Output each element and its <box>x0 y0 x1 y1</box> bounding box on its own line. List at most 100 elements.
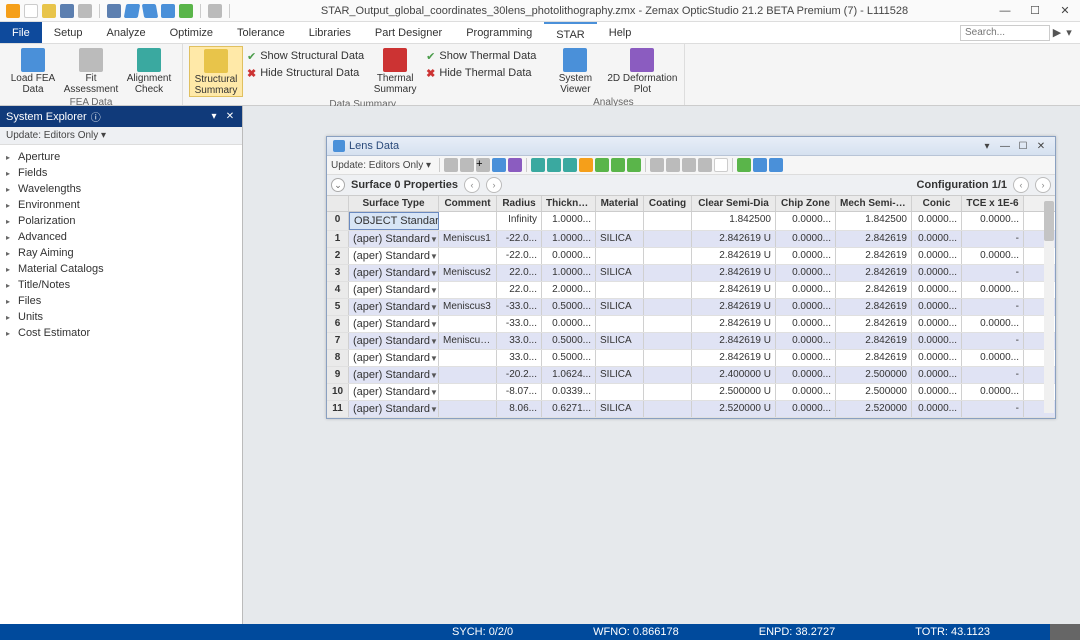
cell[interactable]: 2.500000 <box>836 384 912 400</box>
cell[interactable]: 0.0000... <box>542 316 596 332</box>
cell[interactable]: 2.842619 U <box>692 316 776 332</box>
surface-type-cell[interactable]: OBJECT Standard▼ <box>349 212 439 230</box>
cell[interactable] <box>596 212 644 230</box>
table-row[interactable]: 10(aper) Standard▼-8.07...0.0339...2.500… <box>327 384 1055 401</box>
cell[interactable]: Meniscus2 <box>439 265 497 281</box>
surface-type-cell[interactable]: (aper) Standard▼ <box>349 367 439 383</box>
cell[interactable]: 4 <box>327 282 349 298</box>
cell[interactable]: 2 <box>327 248 349 264</box>
cell[interactable]: 0.0000... <box>912 350 962 366</box>
cell[interactable]: - <box>962 333 1024 349</box>
column-header[interactable]: Conic <box>912 196 962 211</box>
cell[interactable]: 1.0000... <box>542 265 596 281</box>
cfg-next-icon[interactable]: › <box>1035 177 1051 193</box>
cell[interactable]: 0 <box>327 212 349 230</box>
cell[interactable] <box>644 299 692 315</box>
tab-file[interactable]: File <box>0 22 42 43</box>
tool-wand3-icon[interactable] <box>563 158 577 172</box>
tab-tolerance[interactable]: Tolerance <box>225 22 297 43</box>
table-row[interactable]: 11(aper) Standard▼8.06...0.6271...SILICA… <box>327 401 1055 418</box>
cell[interactable]: 0.0000... <box>912 384 962 400</box>
cell[interactable]: 2.842619 U <box>692 299 776 315</box>
cell[interactable]: 2.842619 <box>836 265 912 281</box>
cell[interactable]: -8.07... <box>497 384 542 400</box>
lens-maximize-icon[interactable]: ☐ <box>1015 141 1031 152</box>
chevron-down-icon[interactable]: ▼ <box>430 269 438 278</box>
tab-star[interactable]: STAR <box>544 22 597 43</box>
cell[interactable]: 0.0000... <box>776 265 836 281</box>
cell[interactable]: 0.0000... <box>912 367 962 383</box>
lens-dropdown-icon[interactable]: ▾ <box>979 141 995 152</box>
refresh-icon[interactable] <box>161 4 175 18</box>
tool-arrow-icon[interactable] <box>595 158 609 172</box>
cell[interactable]: 0.0000... <box>776 384 836 400</box>
cell[interactable]: 0.0000... <box>776 299 836 315</box>
tool-reload-icon[interactable] <box>460 158 474 172</box>
cell[interactable]: 2.0000... <box>542 282 596 298</box>
cell[interactable] <box>596 282 644 298</box>
tab-libraries[interactable]: Libraries <box>297 22 363 43</box>
tool-gear2-icon[interactable] <box>627 158 641 172</box>
cell[interactable]: -33.0... <box>497 299 542 315</box>
cell[interactable]: 0.0000... <box>962 316 1024 332</box>
cell[interactable]: -22.0... <box>497 231 542 247</box>
cell[interactable]: 2.842619 <box>836 316 912 332</box>
cell[interactable]: 3 <box>327 265 349 281</box>
cell[interactable]: 11 <box>327 401 349 417</box>
chevron-down-icon[interactable]: ▼ <box>430 286 438 295</box>
cell[interactable] <box>644 248 692 264</box>
table-row[interactable]: 0OBJECT Standard▼Infinity1.0000...1.8425… <box>327 212 1055 231</box>
cell[interactable]: 8.06... <box>497 401 542 417</box>
surface-type-cell[interactable]: (aper) Standard▼ <box>349 299 439 315</box>
cell[interactable] <box>644 401 692 417</box>
tool-circle-icon[interactable] <box>650 158 664 172</box>
cell[interactable] <box>439 316 497 332</box>
lens-minimize-icon[interactable]: — <box>997 141 1013 152</box>
cell[interactable]: 33.0... <box>497 350 542 366</box>
cell[interactable]: 0.0000... <box>542 248 596 264</box>
cell[interactable] <box>439 367 497 383</box>
cell[interactable] <box>644 212 692 230</box>
tree-item[interactable]: Material Catalogs <box>0 261 242 277</box>
tab-analyze[interactable]: Analyze <box>94 22 157 43</box>
cell[interactable]: - <box>962 299 1024 315</box>
tree-item[interactable]: Aperture <box>0 149 242 165</box>
column-header[interactable]: Comment <box>439 196 497 211</box>
tool-add-icon[interactable]: + <box>476 158 490 172</box>
tool-goto-icon[interactable] <box>753 158 767 172</box>
saveall-icon[interactable] <box>107 4 121 18</box>
cell[interactable] <box>644 265 692 281</box>
tool-copy-icon[interactable] <box>698 158 712 172</box>
cell[interactable]: 0.0000... <box>912 333 962 349</box>
cell[interactable]: 0.0000... <box>962 384 1024 400</box>
cell[interactable]: SILICA <box>596 231 644 247</box>
cell[interactable]: 0.0000... <box>912 282 962 298</box>
cell[interactable]: 0.0000... <box>962 350 1024 366</box>
surface-type-cell[interactable]: (aper) Standard▼ <box>349 333 439 349</box>
open-icon[interactable] <box>42 4 56 18</box>
tree-item[interactable]: Advanced <box>0 229 242 245</box>
close-button[interactable]: ✕ <box>1050 0 1080 22</box>
surface-type-cell[interactable]: (aper) Standard▼ <box>349 282 439 298</box>
cell[interactable]: 2.842619 U <box>692 231 776 247</box>
cell[interactable] <box>644 367 692 383</box>
cell[interactable]: 0.0000... <box>776 282 836 298</box>
cell[interactable]: 2.520000 U <box>692 401 776 417</box>
column-header[interactable]: Mech Semi-Dia <box>836 196 912 211</box>
cell[interactable]: 0.0000... <box>776 350 836 366</box>
fit-assessment-button[interactable]: Fit Assessment <box>64 46 118 95</box>
table-row[interactable]: 4(aper) Standard▼22.0...2.0000...2.84261… <box>327 282 1055 299</box>
column-header[interactable]: TCE x 1E-6 <box>962 196 1024 211</box>
cell[interactable]: 0.0000... <box>912 248 962 264</box>
cell[interactable]: 7 <box>327 333 349 349</box>
cell[interactable]: 0.0000... <box>776 367 836 383</box>
chevron-down-icon[interactable]: ▼ <box>430 235 438 244</box>
cell[interactable] <box>644 316 692 332</box>
cell[interactable]: 1.842500 <box>692 212 776 230</box>
cell[interactable]: 0.0000... <box>912 212 962 230</box>
close-icon[interactable]: ✕ <box>224 111 236 122</box>
cell[interactable]: 1.0624... <box>542 367 596 383</box>
cell[interactable]: 0.0000... <box>776 316 836 332</box>
hide-structural-button[interactable]: ✖Hide Structural Data <box>247 65 364 81</box>
scroll-thumb[interactable] <box>1044 201 1054 241</box>
